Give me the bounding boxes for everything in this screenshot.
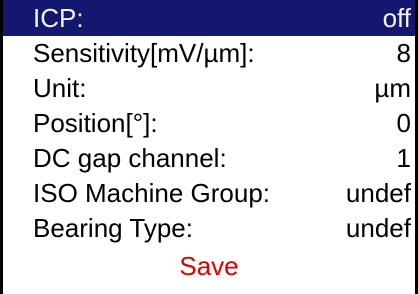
- menu-row-dc-gap-channel[interactable]: DC gap channel: 1: [3, 140, 415, 176]
- menu-row-position[interactable]: Position[°]: 0: [3, 105, 415, 141]
- menu-row-value: µm: [374, 73, 411, 103]
- menu-row-bearing-type[interactable]: Bearing Type: undef: [3, 210, 415, 246]
- sensor-settings-panel: ICP: off Sensitivity[mV/µm]: 8 Unit: µm …: [0, 0, 418, 294]
- menu-row-label: DC gap channel:: [33, 143, 227, 173]
- menu-row-label: ISO Machine Group:: [33, 178, 270, 208]
- menu-row-unit[interactable]: Unit: µm: [3, 70, 415, 106]
- save-button[interactable]: Save: [3, 246, 415, 286]
- menu-row-label: Position[°]:: [33, 108, 158, 138]
- menu-row-iso-machine-group[interactable]: ISO Machine Group: undef: [3, 175, 415, 211]
- menu-row-value: 8: [396, 38, 411, 68]
- menu-row-value: undef: [345, 213, 411, 243]
- menu-row-value: 1: [396, 143, 411, 173]
- menu-row-value: undef: [345, 178, 411, 208]
- menu-row-label: Unit:: [33, 73, 87, 103]
- menu-row-label: Bearing Type:: [33, 213, 193, 243]
- menu-row-label: Sensitivity[mV/µm]:: [33, 38, 255, 68]
- menu-row-icp[interactable]: ICP: off: [3, 0, 415, 36]
- menu-row-value: off: [382, 3, 411, 33]
- menu-row-value: 0: [396, 108, 411, 138]
- menu-row-label: ICP:: [33, 3, 84, 33]
- menu-row-sensitivity[interactable]: Sensitivity[mV/µm]: 8: [3, 35, 415, 71]
